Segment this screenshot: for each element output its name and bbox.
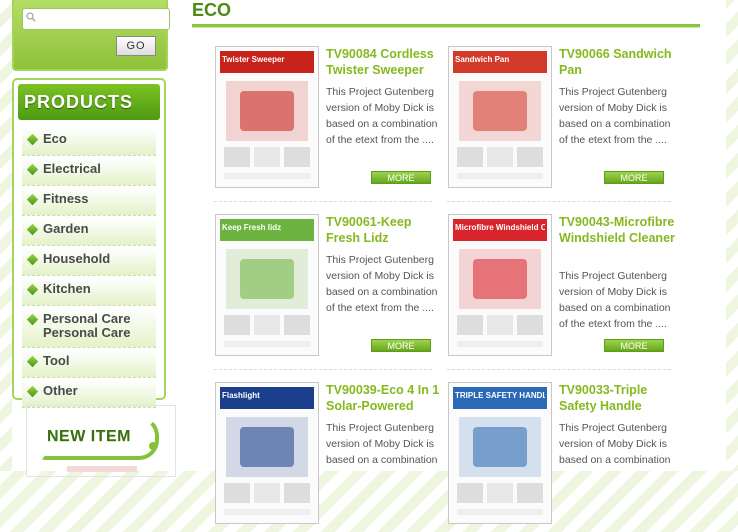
search-icon [26,12,36,22]
product-description: This Project Gutenberg version of Moby D… [326,422,438,466]
category-household[interactable]: Household [22,248,156,276]
bullet-icon [26,283,39,296]
category-label: Garden [43,221,89,236]
category-label: Fitness [43,191,89,206]
card-separator [447,369,671,370]
product-title-link[interactable]: TV90066 Sandwich Pan [559,46,677,78]
category-kitchen[interactable]: Kitchen [22,278,156,306]
product-image [449,383,551,523]
search-input[interactable] [22,8,170,30]
more-button[interactable]: MORE [604,339,664,352]
product-description: This Project Gutenberg version of Moby D… [326,86,438,146]
product-card: Twister Sweeper TV90084 Cordless Twister… [215,46,441,196]
product-card: TRIPLE SAFETY HANDLE TV90033-Triple Safe… [448,382,674,532]
product-description: This Project Gutenberg version of Moby D… [326,254,438,314]
product-card: Keep Fresh lidz TV90061-Keep Fresh Lidz … [215,214,441,364]
page-title: ECO [192,0,232,20]
product-description: This Project Gutenberg version of Moby D… [559,270,671,330]
product-card: Flashlight TV90039-Eco 4 In 1 Solar-Powe… [215,382,441,532]
product-thumbnail[interactable]: Twister Sweeper [215,46,319,188]
card-separator [214,369,432,370]
product-card: Microfibre Windshield Cleaner TV90043-Mi… [448,214,677,364]
product-image [449,215,551,355]
product-description: This Project Gutenberg version of Moby D… [559,422,671,466]
bullet-icon [26,385,39,398]
products-menu: PRODUCTS Eco Electrical Fitness Garden H… [12,78,166,408]
category-label: Tool [43,353,70,368]
category-fitness[interactable]: Fitness [22,188,156,216]
new-item-dot-icon [149,442,157,450]
category-label: Kitchen [43,281,91,296]
product-title-link[interactable]: TV90084 Cordless Twister Sweeper [326,46,444,78]
product-image [216,47,318,187]
product-title-link[interactable]: TV90061-Keep Fresh Lidz [326,214,444,246]
category-personal-care[interactable]: Personal Care Personal Care [22,308,156,348]
category-label: Eco [43,131,67,146]
product-thumbnail[interactable]: Flashlight [215,382,319,524]
product-thumbnail[interactable]: Keep Fresh lidz [215,214,319,356]
bullet-icon [26,163,39,176]
product-title-link[interactable]: TV90039-Eco 4 In 1 Solar-Powered [326,382,444,414]
category-garden[interactable]: Garden [22,218,156,246]
category-label: Electrical [43,161,101,176]
product-thumbnail[interactable]: Sandwich Pan [448,46,552,188]
bullet-icon [26,313,39,326]
product-thumbnail-caption: Microfibre Windshield Cleaner [455,223,545,232]
new-item-strip [67,466,137,472]
category-other[interactable]: Other [22,380,156,408]
product-thumbnail-caption: Sandwich Pan [455,55,510,64]
product-thumbnail-caption: Flashlight [222,391,260,400]
product-image [216,383,318,523]
bullet-icon [26,133,39,146]
product-thumbnail[interactable]: TRIPLE SAFETY HANDLE [448,382,552,524]
category-eco[interactable]: Eco [22,128,156,156]
product-thumbnail-caption: Twister Sweeper [222,55,285,64]
category-tool[interactable]: Tool [22,350,156,378]
category-label: Personal Care Personal Care [43,311,131,340]
go-button[interactable]: GO [116,36,156,56]
product-title-link[interactable]: TV90033-Triple Safety Handle [559,382,677,414]
product-title-link[interactable]: TV90043-Microfibre Windshield Cleaner [559,214,677,246]
products-heading: PRODUCTS [18,84,160,120]
product-thumbnail[interactable]: Microfibre Windshield Cleaner [448,214,552,356]
product-description: This Project Gutenberg version of Moby D… [559,86,671,146]
search-panel: GO [12,0,170,71]
bullet-icon [26,193,39,206]
card-separator [214,201,432,202]
bullet-icon [26,355,39,368]
new-item-label: NEW ITEM [47,428,131,445]
category-label: Other [43,383,78,398]
product-card: Sandwich Pan TV90066 Sandwich Pan This P… [448,46,674,196]
more-button[interactable]: MORE [371,339,431,352]
product-thumbnail-caption: TRIPLE SAFETY HANDLE [455,391,545,400]
more-button[interactable]: MORE [604,171,664,184]
more-button[interactable]: MORE [371,171,431,184]
new-item-banner[interactable]: NEW ITEM [26,405,176,477]
bullet-icon [26,253,39,266]
category-electrical[interactable]: Electrical [22,158,156,186]
category-label: Household [43,251,111,266]
title-divider [192,24,700,28]
product-image [449,47,551,187]
card-separator [447,201,671,202]
bullet-icon [26,223,39,236]
product-image [216,215,318,355]
product-thumbnail-caption: Keep Fresh lidz [222,223,282,232]
